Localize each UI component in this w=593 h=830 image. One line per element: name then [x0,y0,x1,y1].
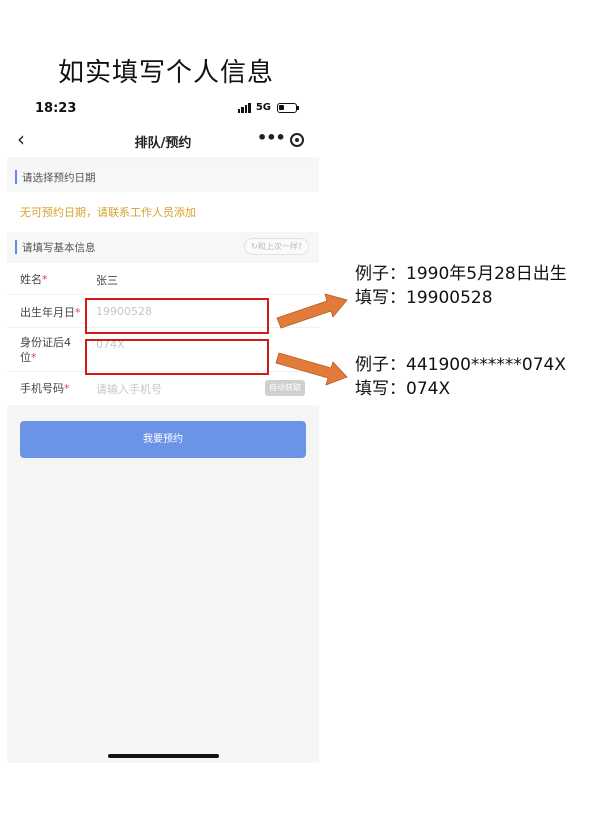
arrow-down-right-icon [275,352,348,386]
id-fill-text: 填写：074X [355,379,451,399]
birth-annotation: 例子：1990年5月28日出生 填写：19900528 [355,262,567,310]
id-example-text: 例子：441900******074X [355,355,566,375]
birth-example-text: 例子：1990年5月28日出生 [355,264,567,284]
birth-fill-text: 填写：19900528 [355,288,493,308]
arrow-up-right-icon [276,293,348,329]
annotation-arrows [275,293,348,386]
id-annotation: 例子：441900******074X 填写：074X [355,353,566,401]
screenshot-canvas: 如实填写个人信息 18:23 5G ‹ 排队/预约 ••• 请选择预约日期 无可… [0,0,593,830]
